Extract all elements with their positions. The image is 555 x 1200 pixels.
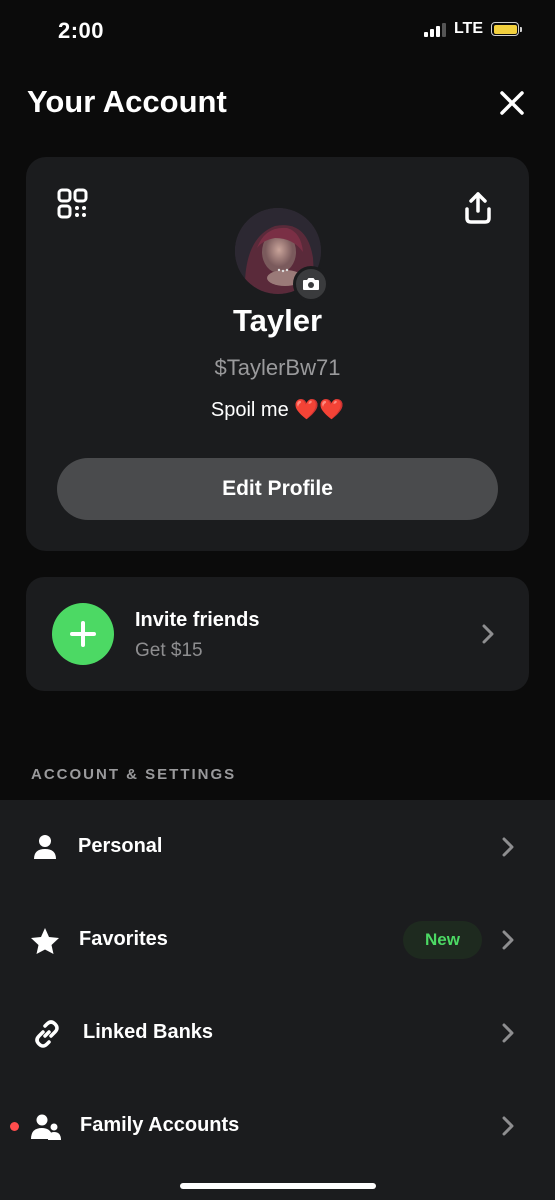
page-title: Your Account <box>27 84 227 119</box>
network-label: LTE <box>453 20 483 37</box>
settings-list: Personal Favorites New Linked Banks Fami… <box>0 800 555 1200</box>
qr-code-icon <box>57 188 88 219</box>
star-icon <box>30 926 60 956</box>
profile-name: Tayler <box>232 303 323 338</box>
new-badge: New <box>403 921 482 959</box>
settings-item-label: Favorites <box>79 928 168 950</box>
notification-dot <box>10 1122 19 1131</box>
plus-icon <box>70 621 96 647</box>
change-photo-button[interactable] <box>293 266 329 302</box>
home-indicator[interactable] <box>180 1183 376 1189</box>
signal-icon <box>423 21 446 37</box>
profile-bio-text: Spoil me <box>210 399 289 421</box>
settings-item-label: Linked Banks <box>83 1021 214 1043</box>
battery-icon <box>491 22 522 36</box>
settings-item-family-accounts[interactable]: Family Accounts <box>0 1079 555 1172</box>
share-icon <box>465 192 491 224</box>
settings-item-personal[interactable]: Personal <box>0 800 555 893</box>
avatar-container <box>235 208 329 302</box>
camera-icon <box>303 278 319 290</box>
invite-plus-button <box>52 603 114 665</box>
person-icon <box>30 832 60 862</box>
share-button[interactable] <box>463 191 493 225</box>
close-button[interactable] <box>497 88 527 118</box>
profile-bio-emoji: ❤️❤️ <box>294 399 345 421</box>
chevron-right-icon <box>502 930 514 950</box>
status-indicators: LTE <box>423 20 522 38</box>
invite-title: Invite friends <box>135 609 260 631</box>
settings-item-label: Personal <box>78 835 163 857</box>
family-icon <box>30 1112 62 1142</box>
profile-cashtag: $TaylerBw71 <box>214 355 341 380</box>
status-bar: 2:00 LTE <box>0 0 555 62</box>
section-header-account-settings: ACCOUNT & SETTINGS <box>31 766 237 783</box>
profile-card: Tayler $TaylerBw71 Spoil me ❤️❤️ Edit Pr… <box>26 157 529 551</box>
profile-bio: Spoil me ❤️❤️ <box>26 397 529 422</box>
invite-friends-card[interactable]: Invite friends Get $15 <box>26 577 529 691</box>
edit-profile-button[interactable]: Edit Profile <box>57 458 498 520</box>
close-icon <box>500 91 524 115</box>
chevron-right-icon <box>502 1023 514 1043</box>
settings-item-favorites[interactable]: Favorites New <box>0 893 555 986</box>
chevron-right-icon <box>482 624 494 644</box>
chevron-right-icon <box>502 837 514 857</box>
settings-item-label: Family Accounts <box>80 1114 240 1136</box>
link-icon <box>32 1019 62 1049</box>
settings-item-linked-banks[interactable]: Linked Banks <box>0 986 555 1079</box>
status-time: 2:00 <box>58 18 105 43</box>
chevron-right-icon <box>502 1116 514 1136</box>
qr-code-button[interactable] <box>57 188 89 220</box>
invite-subtitle: Get $15 <box>135 640 203 661</box>
